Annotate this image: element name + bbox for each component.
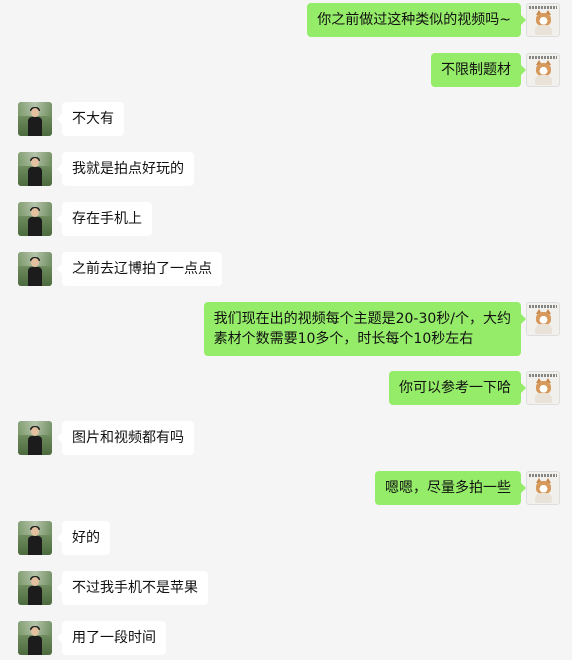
message-bubble-received[interactable]: 好的 bbox=[57, 521, 110, 555]
message-bubble-sent[interactable]: 我们现在出的视频每个主题是20-30秒/个，大约 素材个数需要10多个，时长每个… bbox=[203, 302, 527, 356]
person-avatar[interactable] bbox=[18, 202, 52, 236]
person-avatar[interactable] bbox=[18, 421, 52, 455]
message-bubble-sent[interactable]: 你可以参考一下哈 bbox=[389, 371, 526, 405]
message-bubble-received[interactable]: 我就是拍点好玩的 bbox=[57, 152, 194, 186]
person-avatar[interactable] bbox=[18, 152, 52, 186]
message-bubble-received[interactable]: 之前去辽博拍了一点点 bbox=[57, 252, 222, 286]
message-bubble-sent[interactable]: 嗯嗯，尽量多拍一些 bbox=[375, 471, 526, 505]
person-avatar[interactable] bbox=[18, 252, 52, 286]
person-avatar[interactable] bbox=[18, 102, 52, 136]
message-bubble-received[interactable]: 不过我手机不是苹果 bbox=[57, 571, 208, 605]
message-bubble-sent[interactable]: 不限制题材 bbox=[431, 53, 526, 87]
message-bubble-received[interactable]: 不大有 bbox=[57, 102, 124, 136]
person-avatar[interactable] bbox=[18, 621, 52, 655]
message-bubble-sent[interactable]: 你之前做过这种类似的视频吗~ bbox=[307, 3, 526, 37]
message-bubble-received[interactable]: 用了一段时间 bbox=[57, 621, 166, 655]
message-bubble-received[interactable]: 图片和视频都有吗 bbox=[57, 421, 194, 455]
person-avatar[interactable] bbox=[18, 571, 52, 605]
cat-avatar[interactable] bbox=[526, 3, 560, 37]
cat-avatar[interactable] bbox=[526, 302, 560, 336]
chat-history[interactable]: 你之前做过这种类似的视频吗~ 不限制题材 不大有 我就是拍点好玩的 存在手机上 … bbox=[0, 0, 572, 660]
cat-avatar[interactable] bbox=[526, 53, 560, 87]
person-avatar[interactable] bbox=[18, 521, 52, 555]
cat-avatar[interactable] bbox=[526, 371, 560, 405]
cat-avatar[interactable] bbox=[526, 471, 560, 505]
message-bubble-received[interactable]: 存在手机上 bbox=[57, 202, 152, 236]
